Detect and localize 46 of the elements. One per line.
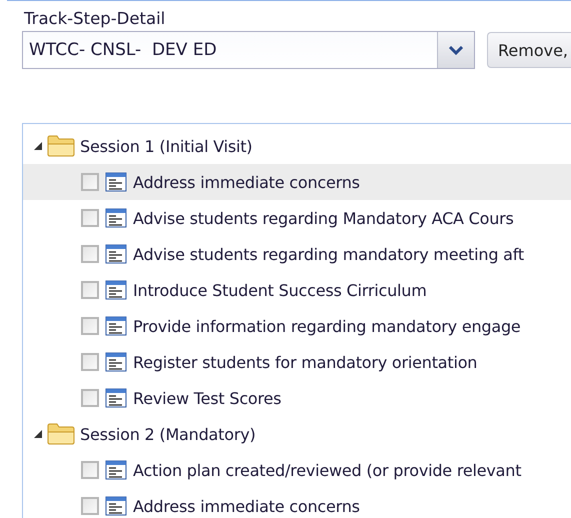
tree-row[interactable]: Action plan created/reviewed (or provide relevant <box>23 452 571 488</box>
track-dropdown[interactable]: WTCC- CNSL- DEV ED <box>22 31 475 69</box>
tree-row[interactable]: Address immediate concerns <box>23 164 571 200</box>
document-icon <box>105 496 127 516</box>
tree-row[interactable]: Advise students regarding Mandatory ACA Cours <box>23 200 571 236</box>
step-label: Provide information regarding mandatory engage <box>133 316 521 336</box>
remove-button[interactable]: Remove, <box>487 32 571 68</box>
session-label[interactable]: Session 2 (Mandatory) <box>80 424 256 444</box>
step-label: Address immediate concerns <box>133 172 360 192</box>
checkbox[interactable] <box>81 497 99 515</box>
folder-icon <box>47 135 75 157</box>
document-icon <box>105 352 127 372</box>
checkbox[interactable] <box>81 389 99 407</box>
document-icon <box>105 208 127 228</box>
tree-row[interactable]: Review Test Scores <box>23 380 571 416</box>
expand-arrow-icon[interactable] <box>33 429 43 439</box>
tree-row[interactable]: Provide information regarding mandatory engage <box>23 308 571 344</box>
step-label: Advise students regarding Mandatory ACA Cours <box>133 208 514 228</box>
chevron-down-icon <box>449 46 463 54</box>
checkbox[interactable] <box>81 209 99 227</box>
folder-icon <box>47 423 75 445</box>
document-icon <box>105 280 127 300</box>
step-label: Address immediate concerns <box>133 496 360 516</box>
step-label: Review Test Scores <box>133 388 282 408</box>
document-icon <box>105 388 127 408</box>
checkbox[interactable] <box>81 353 99 371</box>
document-icon <box>105 316 127 336</box>
checkbox[interactable] <box>81 173 99 191</box>
checkbox[interactable] <box>81 245 99 263</box>
tree-row[interactable]: Register students for mandatory orientation <box>23 344 571 380</box>
checkbox[interactable] <box>81 461 99 479</box>
step-label: Introduce Student Success Cirriculum <box>133 280 427 300</box>
checkbox[interactable] <box>81 317 99 335</box>
document-icon <box>105 172 127 192</box>
field-label: Track-Step-Detail <box>23 8 166 30</box>
tree-row[interactable]: Address immediate concerns <box>23 488 571 518</box>
tree-row[interactable]: Advise students regarding mandatory meeting aft <box>23 236 571 272</box>
document-icon <box>105 244 127 264</box>
tree-row[interactable]: Introduce Student Success Cirriculum <box>23 272 571 308</box>
expand-arrow-icon[interactable] <box>33 141 43 151</box>
step-label: Advise students regarding mandatory meeting aft <box>133 244 524 264</box>
step-label: Register students for mandatory orientation <box>133 352 478 372</box>
step-label: Action plan created/reviewed (or provide relevant <box>133 460 522 480</box>
session-label[interactable]: Session 1 (Initial Visit) <box>80 136 252 156</box>
document-icon <box>105 460 127 480</box>
checkbox[interactable] <box>81 281 99 299</box>
